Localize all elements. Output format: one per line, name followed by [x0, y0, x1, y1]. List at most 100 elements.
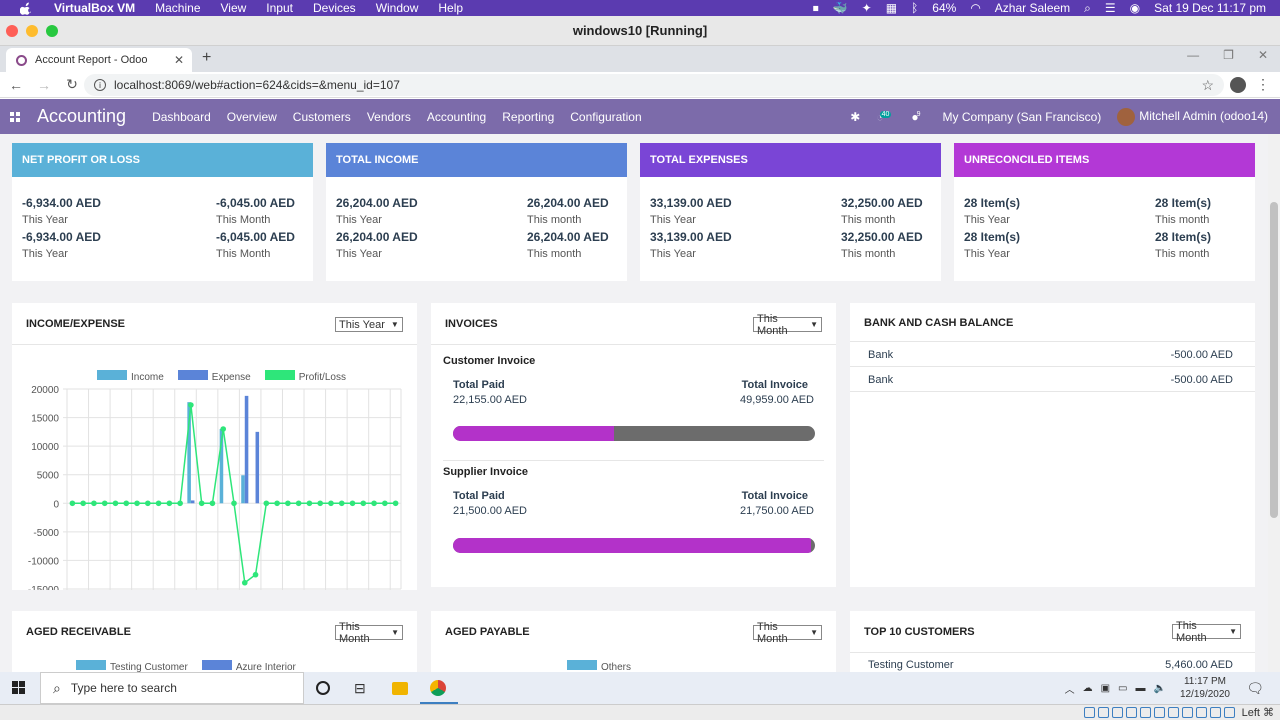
menu-window[interactable]: Window	[376, 1, 419, 15]
profile-icon[interactable]	[1230, 77, 1246, 93]
close-window-button[interactable]	[6, 25, 18, 37]
recording-icon[interactable]	[1181, 707, 1193, 718]
back-arrow-icon[interactable]: ←	[4, 77, 28, 93]
company-switcher[interactable]: My Company (San Francisco)	[943, 110, 1102, 124]
network-icon[interactable]: ▬	[1135, 683, 1145, 694]
restore-icon[interactable]: ❐	[1223, 48, 1234, 62]
menu-help[interactable]: Help	[438, 1, 463, 15]
kebab-menu-icon[interactable]: ⋮	[1256, 76, 1270, 93]
notifications-icon[interactable]: 🗨	[1246, 680, 1264, 697]
menu-devices[interactable]: Devices	[313, 1, 356, 15]
divider	[443, 460, 824, 461]
keyboard-icon[interactable]	[1223, 707, 1235, 718]
customer-name[interactable]: Testing Customer	[868, 659, 954, 671]
minimize-icon[interactable]: —	[1187, 48, 1199, 62]
bluetooth-icon[interactable]: ᛒ	[911, 1, 918, 15]
display-icon[interactable]	[1167, 707, 1179, 718]
taskbar-search-box[interactable]: ⌕ Type here to search	[40, 672, 304, 704]
taskbar-clock[interactable]: 11:17 PM 12/19/2020	[1180, 675, 1230, 701]
list-item[interactable]: Bank -500.00 AED	[850, 342, 1255, 367]
kpi-card[interactable]: NET PROFIT OR LOSS -6,934.00 AED This Year…	[12, 143, 313, 281]
menu-app-name[interactable]: VirtualBox VM	[54, 1, 135, 15]
activity-icon[interactable]: ◔40	[876, 110, 895, 124]
menu-input[interactable]: Input	[266, 1, 293, 15]
info-icon[interactable]: i	[94, 79, 106, 91]
close-tab-icon[interactable]: ✕	[174, 53, 184, 67]
battery-percent[interactable]: 64%	[932, 1, 956, 15]
reload-icon[interactable]: ↻	[60, 76, 84, 93]
bird-icon[interactable]: ✦	[862, 1, 872, 15]
usb-icon[interactable]: ▣	[1101, 683, 1110, 694]
new-tab-icon[interactable]: +	[202, 49, 211, 67]
cpu-icon[interactable]	[1195, 707, 1207, 718]
mouse-integration-icon[interactable]	[1209, 707, 1221, 718]
bug-icon[interactable]: ✱	[850, 110, 860, 124]
menu-machine[interactable]: Machine	[155, 1, 200, 15]
chrome-icon[interactable]	[430, 680, 446, 696]
profit-loss-point	[220, 426, 227, 432]
legend-azure-interior[interactable]: Azure Interior	[201, 660, 296, 672]
user-menu[interactable]: Mitchell Admin (odoo14)	[1117, 107, 1268, 126]
invoices-filter[interactable]: This Month ▼	[753, 313, 822, 337]
page-scrollbar[interactable]	[1268, 134, 1280, 672]
docker-icon[interactable]: 🐳	[833, 1, 848, 15]
kpi-card[interactable]: UNRECONCILED ITEMS 28 Item(s) This Year 28 …	[954, 143, 1255, 281]
nav-configuration[interactable]: Configuration	[570, 110, 641, 124]
forward-arrow-icon[interactable]: →	[32, 77, 56, 93]
close-icon[interactable]: ✕	[1258, 48, 1268, 62]
legend-others[interactable]: Others	[567, 660, 631, 672]
optical-drive-icon[interactable]	[1097, 707, 1109, 718]
app-brand[interactable]: Accounting	[37, 106, 126, 127]
audio-icon[interactable]	[1111, 707, 1123, 718]
kpi-card[interactable]: TOTAL EXPENSES 33,139.00 AED This Year 32,2…	[640, 143, 941, 281]
datetime[interactable]: Sat 19 Dec 11:17 pm	[1154, 1, 1266, 15]
hdd-icon[interactable]	[1083, 707, 1095, 718]
nav-accounting[interactable]: Accounting	[427, 110, 486, 124]
nav-customers[interactable]: Customers	[293, 110, 351, 124]
cortana-icon[interactable]	[316, 681, 330, 695]
aged-receivable-filter[interactable]: This Month ▼	[335, 621, 403, 645]
url-text[interactable]: localhost:8069/web#action=624&cids=&menu…	[114, 78, 400, 92]
apple-icon[interactable]	[18, 1, 34, 15]
flag-icon[interactable]: ▦	[886, 1, 897, 15]
top-customers-panel: TOP 10 CUSTOMERS This Month ▼ Testing Cus…	[850, 611, 1255, 672]
apps-grid-icon[interactable]	[10, 111, 20, 122]
task-view-icon[interactable]: ⊟	[354, 680, 370, 696]
bookmark-star-icon[interactable]: ☆	[1201, 77, 1214, 94]
address-bar[interactable]: i localhost:8069/web#action=624&cids=&me…	[84, 74, 1224, 96]
stop-recording-icon[interactable]: ⏹	[813, 1, 819, 16]
top-customers-filter[interactable]: This Month ▼	[1172, 620, 1241, 644]
siri-icon[interactable]: ◉	[1130, 1, 1140, 15]
nav-vendors[interactable]: Vendors	[367, 110, 411, 124]
browser-tab[interactable]: Account Report - Odoo ✕	[6, 48, 192, 72]
control-center-icon[interactable]: ☰	[1105, 1, 1116, 15]
chevron-up-icon[interactable]: ︿	[1065, 681, 1075, 696]
kpi-card[interactable]: TOTAL INCOME 26,204.00 AED This Year 26,204…	[326, 143, 627, 281]
kpi-period: This Year	[22, 214, 68, 226]
y-tick-label: 15000	[31, 414, 59, 425]
network-adapter-icon[interactable]	[1125, 707, 1137, 718]
search-icon[interactable]: ⌕	[1084, 1, 1091, 16]
wifi-icon[interactable]: ◠	[970, 1, 980, 15]
file-explorer-icon[interactable]	[392, 682, 408, 695]
legend-testing-customer[interactable]: Testing Customer	[76, 660, 188, 672]
shared-folder-icon[interactable]	[1153, 707, 1165, 718]
speaker-icon[interactable]: 🔈	[1153, 683, 1165, 694]
battery-icon[interactable]: ▭	[1118, 683, 1127, 694]
nav-overview[interactable]: Overview	[227, 110, 277, 124]
nav-reporting[interactable]: Reporting	[502, 110, 554, 124]
usb-device-icon[interactable]	[1139, 707, 1151, 718]
kpi-period: This Year	[22, 248, 68, 260]
cloud-icon[interactable]: ☁	[1083, 683, 1093, 694]
menu-view[interactable]: View	[221, 1, 247, 15]
filter-value: This Month	[339, 620, 370, 645]
list-item[interactable]: Bank -500.00 AED	[850, 367, 1255, 392]
minimize-window-button[interactable]	[26, 25, 38, 37]
windows-start-icon[interactable]	[12, 681, 25, 697]
maximize-window-button[interactable]	[46, 25, 58, 37]
messages-icon[interactable]: ●9	[911, 110, 926, 124]
scrollbar-thumb[interactable]	[1270, 202, 1278, 518]
nav-dashboard[interactable]: Dashboard	[152, 110, 211, 124]
user-name[interactable]: Azhar Saleem	[995, 1, 1070, 15]
aged-payable-filter[interactable]: This Month ▼	[753, 621, 822, 645]
